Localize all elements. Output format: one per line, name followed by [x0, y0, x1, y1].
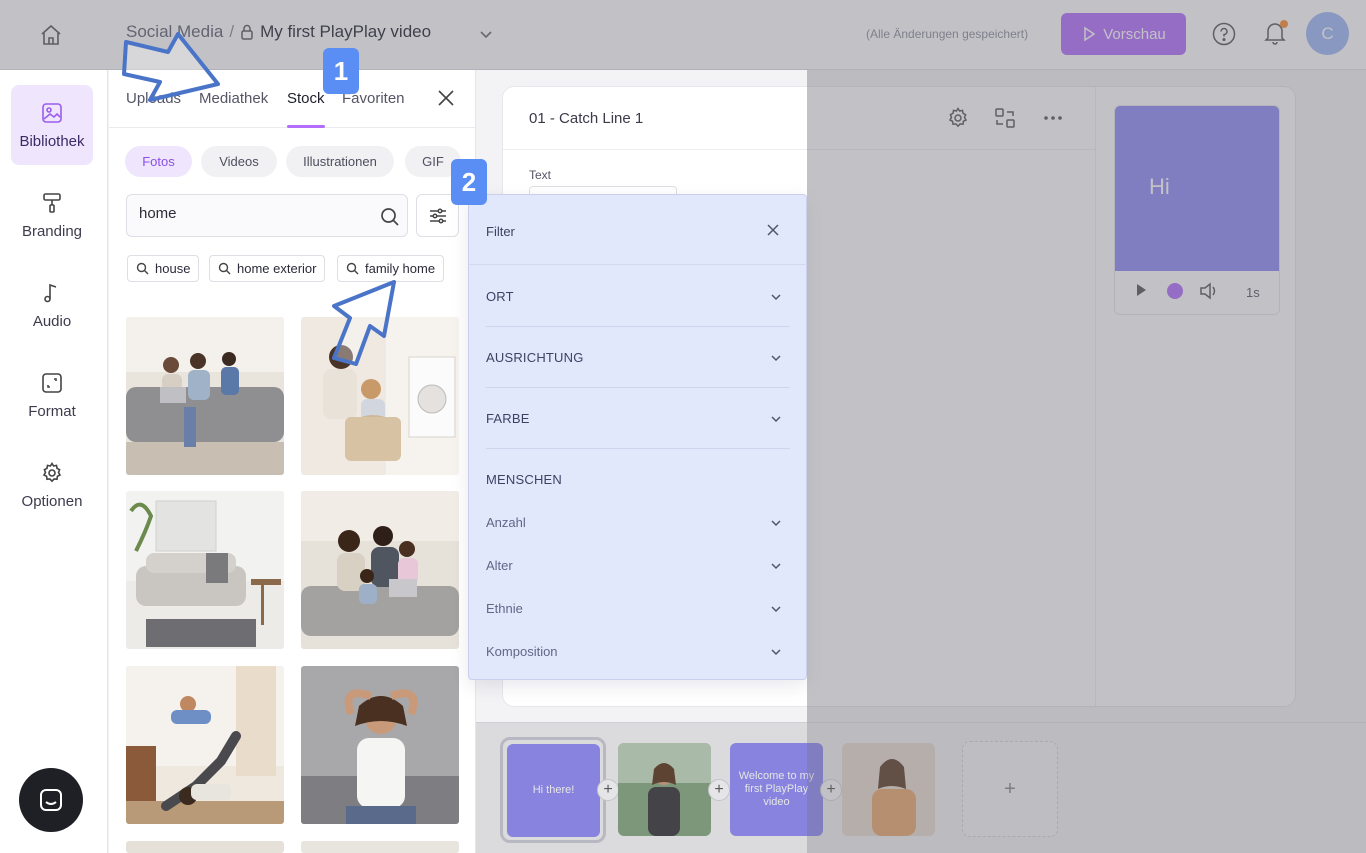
rail-label: Format — [28, 402, 76, 420]
stock-photo[interactable] — [126, 666, 284, 824]
stock-photo[interactable] — [126, 317, 284, 475]
stock-photo[interactable] — [126, 841, 284, 853]
chat-support-button[interactable] — [19, 768, 83, 832]
rail-item-bibliothek[interactable]: Bibliothek — [11, 85, 93, 165]
suggestion-label: home exterior — [237, 261, 317, 276]
photo-woman-relaxing — [301, 666, 459, 824]
tab-stock[interactable]: Stock — [287, 90, 325, 107]
search-icon — [346, 262, 359, 275]
chip-fotos[interactable]: Fotos — [125, 146, 192, 177]
left-rail: Bibliothek Branding Audio Format Optione… — [0, 70, 108, 853]
tutorial-step-badge: 1 — [323, 48, 359, 94]
search-input[interactable] — [139, 205, 359, 222]
resize-icon — [42, 372, 62, 393]
stock-photo[interactable] — [126, 491, 284, 649]
gear-icon — [42, 461, 62, 482]
chat-icon — [40, 789, 62, 811]
image-icon — [42, 102, 62, 123]
rail-item-optionen[interactable]: Optionen — [11, 445, 93, 525]
photo-living-room — [126, 491, 284, 649]
rail-item-audio[interactable]: Audio — [11, 265, 93, 345]
suggestion-label: family home — [365, 261, 436, 276]
tutorial-arrow-icon — [332, 280, 396, 366]
rail-item-branding[interactable]: Branding — [11, 175, 93, 255]
library-panel: Uploads Mediathek Stock Favoriten Fotos … — [109, 70, 476, 853]
photo-father-child-play — [126, 666, 284, 824]
search-icon[interactable] — [379, 206, 401, 228]
stock-photo[interactable] — [301, 666, 459, 824]
tutorial-dim-overlay — [807, 70, 1366, 853]
chip-illustrationen[interactable]: Illustrationen — [286, 146, 394, 177]
rail-label: Audio — [32, 312, 72, 330]
tutorial-step-badge: 2 — [451, 159, 487, 205]
photo-family-couch-laptop — [301, 491, 459, 649]
scene-title: 01 - Catch Line 1 — [529, 110, 644, 127]
close-icon[interactable] — [435, 87, 457, 109]
rail-item-format[interactable]: Format — [11, 355, 93, 435]
photo-family-sofa-laptop — [126, 317, 284, 475]
text-field-label: Text — [529, 168, 552, 182]
stock-photo[interactable] — [301, 841, 459, 853]
tutorial-highlight-overlay — [468, 194, 807, 680]
search-box — [126, 194, 408, 237]
paint-roller-icon — [43, 192, 61, 213]
stock-photo[interactable] — [301, 491, 459, 649]
active-tab-indicator — [287, 125, 325, 128]
suggestion-home-exterior[interactable]: home exterior — [209, 255, 326, 282]
tutorial-arrow-icon — [122, 32, 220, 102]
rail-label: Bibliothek — [19, 132, 85, 150]
search-icon — [218, 262, 231, 275]
tutorial-dim-overlay — [476, 722, 807, 853]
chip-videos[interactable]: Videos — [201, 146, 277, 177]
music-note-icon — [44, 283, 57, 302]
suggestion-house[interactable]: house — [127, 255, 200, 282]
rail-label: Optionen — [21, 492, 83, 510]
suggestion-label: house — [155, 261, 191, 276]
sliders-icon — [429, 207, 446, 224]
rail-label: Branding — [21, 222, 83, 240]
search-icon — [136, 262, 149, 275]
